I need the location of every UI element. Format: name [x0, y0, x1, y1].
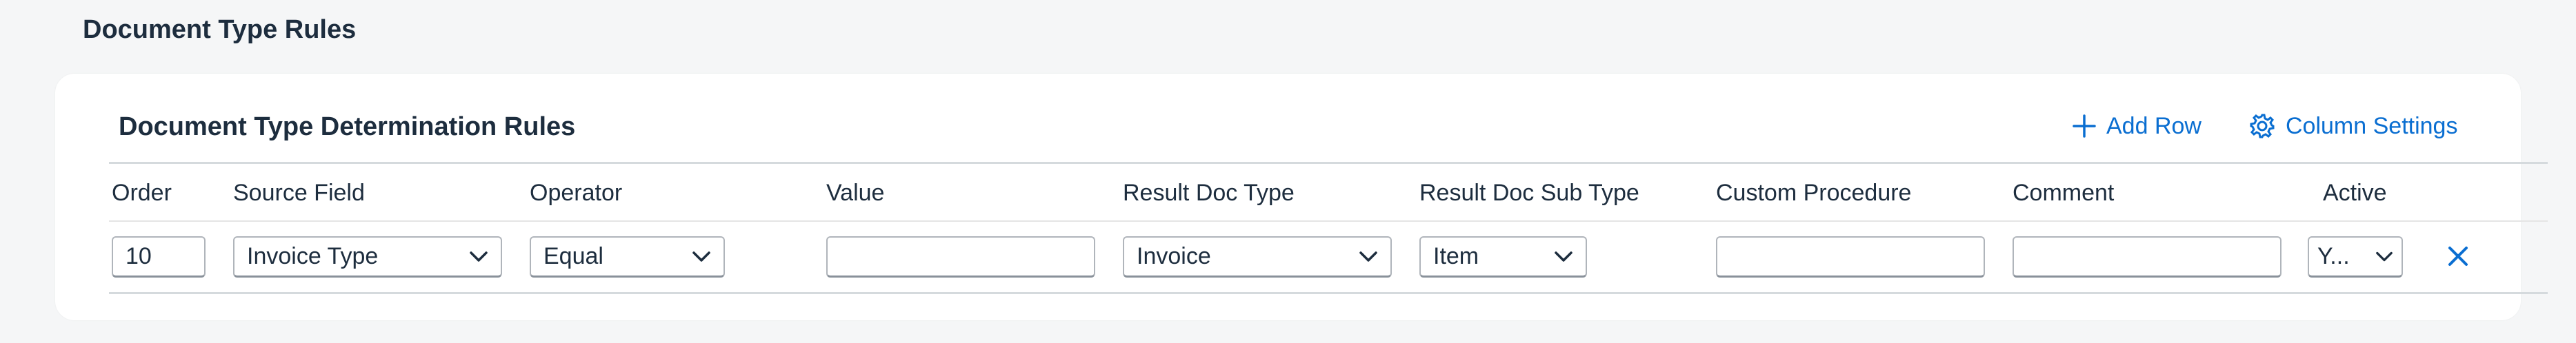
result-doc-sub-type-select[interactable]: Item [1419, 236, 1587, 278]
column-header-value[interactable]: Value [826, 180, 884, 207]
result-doc-type-value: Invoice [1137, 243, 1211, 269]
custom-procedure-input[interactable] [1716, 236, 1985, 278]
chevron-down-icon [470, 251, 488, 262]
column-header-result-doc-sub-type[interactable]: Result Doc Sub Type [1419, 180, 1639, 207]
column-header-order[interactable]: Order [112, 180, 172, 207]
source-field-value: Invoice Type [247, 243, 379, 269]
delete-row-button[interactable] [2444, 242, 2472, 270]
add-row-button[interactable]: Add Row [2072, 108, 2201, 144]
chevron-down-icon [1555, 251, 1572, 262]
column-header-custom-procedure[interactable]: Custom Procedure [1716, 180, 1911, 207]
chevron-down-icon [2376, 251, 2393, 261]
table-bottom-border [109, 292, 2548, 294]
page-title: Document Type Rules [83, 15, 357, 44]
column-header-result-doc-type[interactable]: Result Doc Type [1123, 180, 1295, 207]
comment-input[interactable] [2013, 236, 2282, 278]
operator-select[interactable]: Equal [530, 236, 725, 278]
table-header-top-border [109, 162, 2548, 164]
close-icon [2448, 247, 2468, 266]
operator-value: Equal [543, 243, 603, 269]
gear-icon [2250, 114, 2275, 138]
table-header-bottom-border [109, 220, 2548, 222]
result-doc-type-select[interactable]: Invoice [1123, 236, 1392, 278]
order-input[interactable]: 10 [112, 236, 206, 278]
add-row-label: Add Row [2106, 112, 2201, 139]
card-title: Document Type Determination Rules [119, 112, 576, 141]
source-field-select[interactable]: Invoice Type [233, 236, 502, 278]
column-header-operator[interactable]: Operator [530, 180, 622, 207]
chevron-down-icon [692, 251, 710, 262]
column-header-active[interactable]: Active [2323, 180, 2387, 207]
value-input[interactable] [826, 236, 1095, 278]
chevron-down-icon [1359, 251, 1377, 262]
rules-card: Document Type Determination Rules Add Ro… [55, 74, 2548, 320]
column-settings-button[interactable]: Column Settings [2248, 108, 2457, 144]
column-header-comment[interactable]: Comment [2013, 180, 2114, 207]
column-settings-label: Column Settings [2286, 112, 2458, 139]
active-value: Y... [2317, 243, 2350, 269]
column-header-source-field[interactable]: Source Field [233, 180, 365, 207]
active-select[interactable]: Y... [2308, 236, 2403, 278]
result-doc-sub-type-value: Item [1433, 243, 1479, 269]
plus-icon [2073, 114, 2096, 138]
